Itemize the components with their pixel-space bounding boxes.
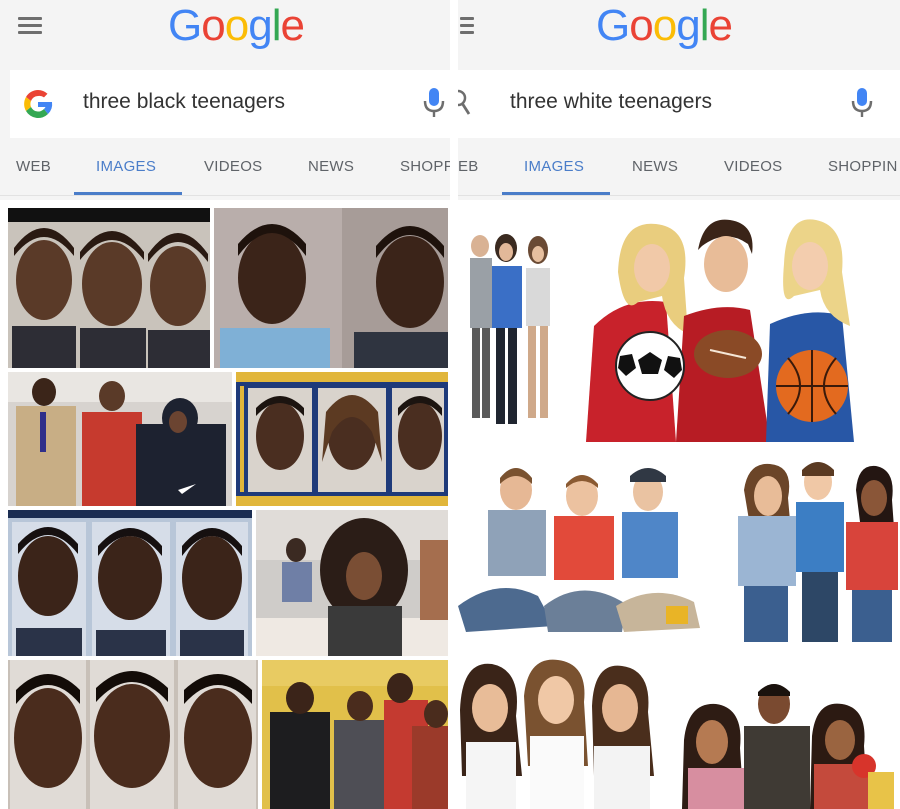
image-results-grid [0, 200, 450, 809]
top-bar: Google [458, 0, 900, 64]
tab-images[interactable]: IMAGES [524, 158, 584, 175]
search-bar[interactable]: three black teenagers [10, 70, 450, 138]
tab-videos[interactable]: VIDEOS [204, 158, 262, 175]
image-result[interactable] [458, 206, 576, 442]
tab-images[interactable]: IMAGES [96, 158, 156, 175]
search-tabs: EB IMAGES NEWS VIDEOS SHOPPIN [458, 140, 900, 196]
tab-news[interactable]: NEWS [308, 158, 354, 175]
microphone-icon[interactable] [422, 86, 446, 120]
tab-videos[interactable]: VIDEOS [724, 158, 782, 175]
tab-web[interactable]: WEB [16, 158, 51, 175]
left-search-panel: Google three black teenagers WEB IMAGES … [0, 0, 450, 809]
search-query-text[interactable]: three white teenagers [510, 90, 712, 114]
google-logo: Google [168, 1, 305, 50]
tab-news[interactable]: NEWS [632, 158, 678, 175]
tab-web[interactable]: EB [458, 158, 479, 175]
image-result[interactable] [580, 206, 900, 442]
image-result[interactable] [262, 660, 448, 809]
active-tab-indicator [502, 192, 610, 195]
image-result[interactable] [458, 656, 658, 809]
google-g-icon[interactable] [18, 84, 58, 124]
tab-shopping[interactable]: SHOPPI [400, 158, 450, 175]
image-result[interactable] [256, 510, 448, 656]
active-tab-indicator [74, 192, 182, 195]
image-result[interactable] [8, 208, 210, 368]
tab-shopping[interactable]: SHOPPIN [828, 158, 898, 175]
image-result[interactable] [8, 372, 232, 506]
image-result[interactable] [664, 656, 900, 809]
hamburger-menu-icon[interactable] [18, 15, 46, 37]
image-result[interactable] [8, 660, 258, 809]
image-result[interactable] [214, 208, 448, 368]
google-logo: Google [596, 1, 733, 50]
right-search-panel: Google three white teenagers EB IMAGES N… [458, 0, 900, 809]
top-bar: Google [0, 0, 450, 64]
hamburger-menu-icon[interactable] [460, 15, 488, 37]
search-query-text[interactable]: three black teenagers [83, 90, 285, 114]
image-result[interactable] [458, 456, 710, 642]
image-results-grid [458, 200, 900, 809]
microphone-icon[interactable] [850, 86, 874, 120]
search-bar[interactable]: three white teenagers [458, 70, 900, 138]
magnifier-icon[interactable] [458, 88, 472, 118]
image-result[interactable] [236, 372, 448, 506]
search-tabs: WEB IMAGES VIDEOS NEWS SHOPPI [0, 140, 450, 196]
image-result[interactable] [8, 510, 252, 656]
panel-divider [450, 0, 458, 809]
image-result[interactable] [714, 456, 900, 642]
